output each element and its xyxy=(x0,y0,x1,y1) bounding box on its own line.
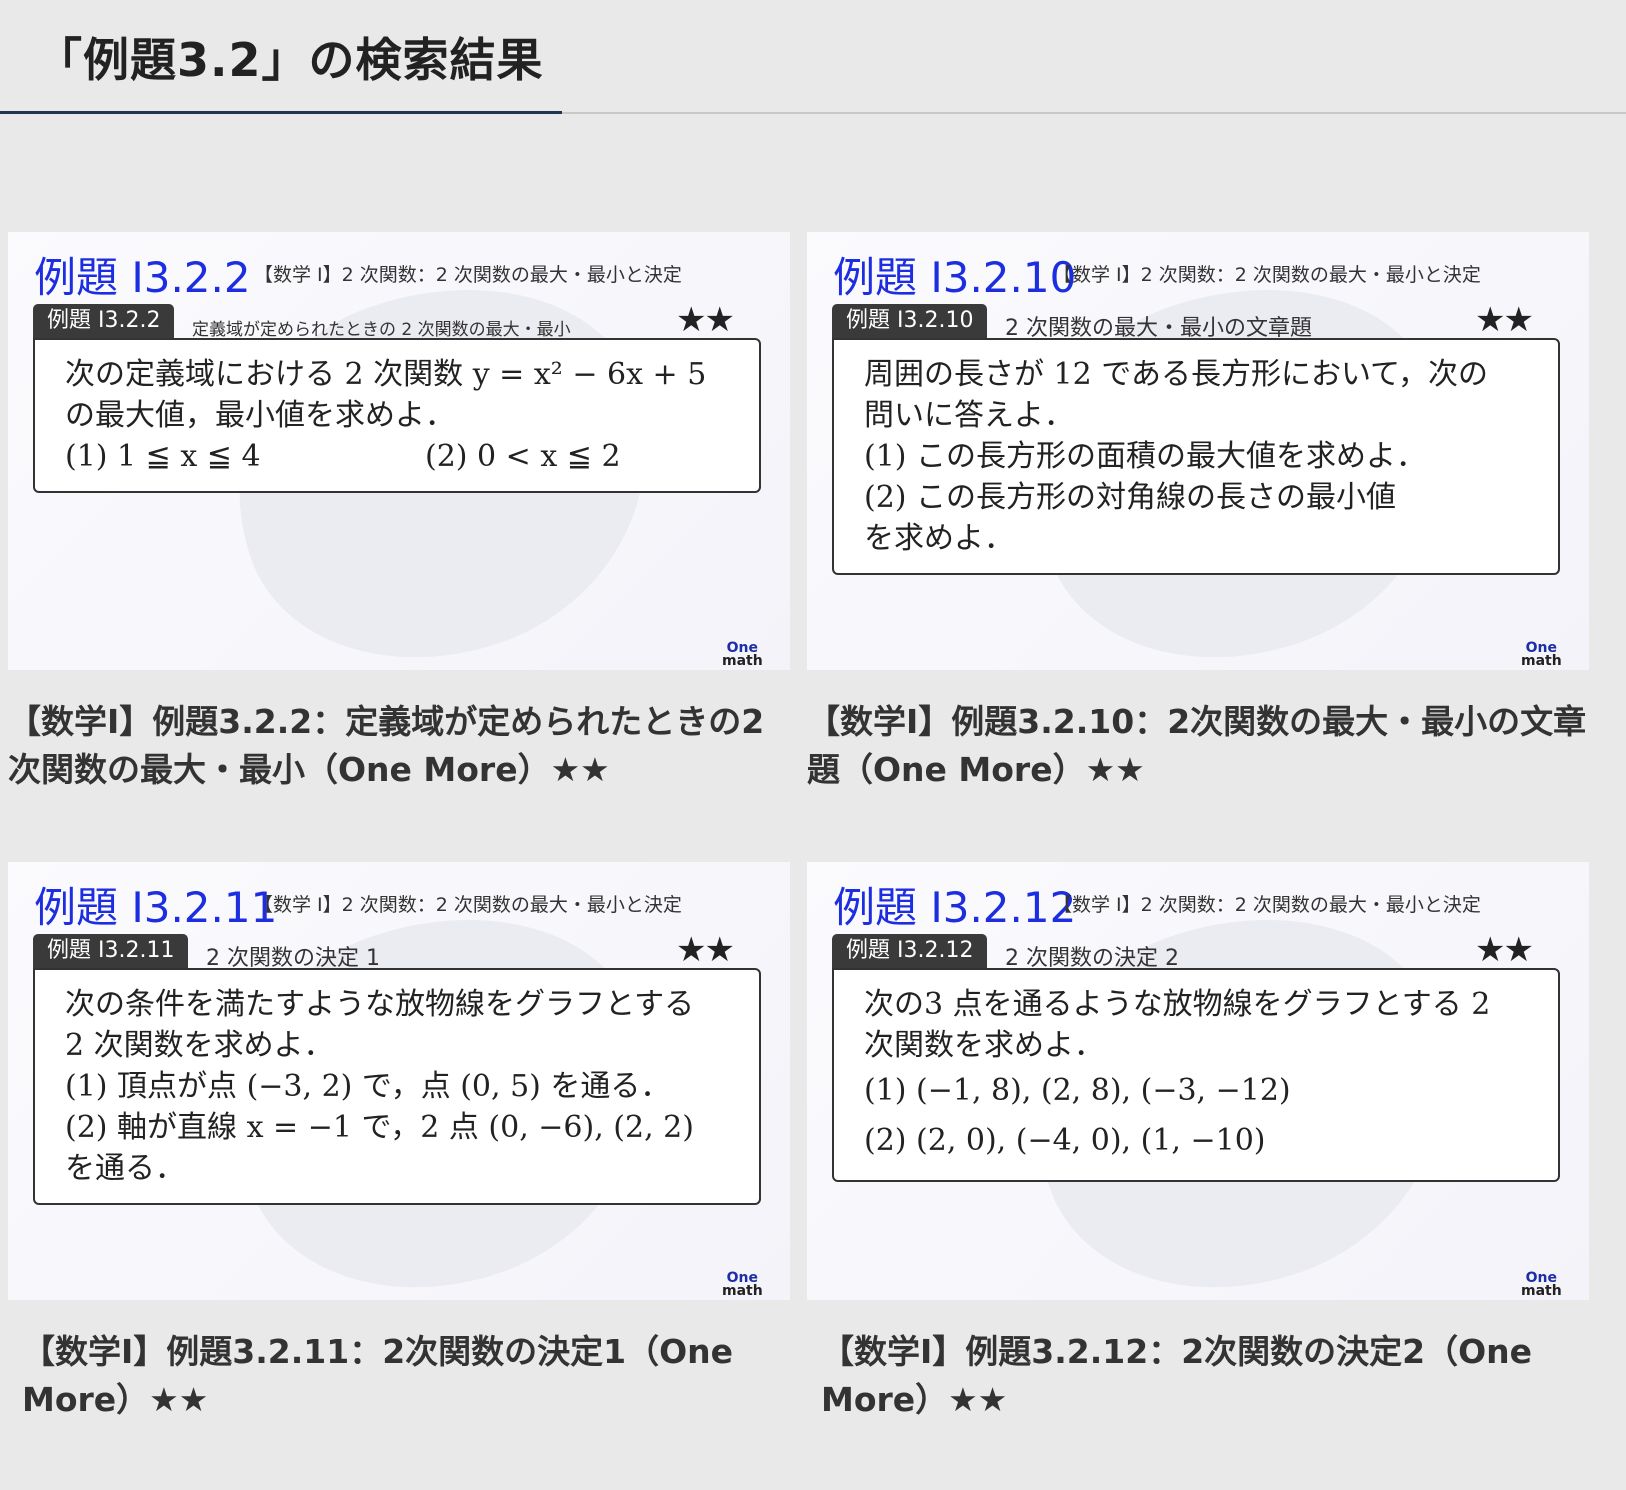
header-divider-accent xyxy=(0,111,562,114)
onemath-logo: One math xyxy=(722,1270,763,1299)
onemath-logo: One math xyxy=(722,640,763,669)
card-title-link[interactable]: 【数学Ⅰ】例題3.2.12：2次関数の決定2（One More）★★ xyxy=(807,1328,1589,1424)
problem-line: 次関数を求めよ． xyxy=(864,1028,1104,1063)
card-thumbnail[interactable]: 例題 I3.2.11 【数学 I】2 次関数：2 次関数の最大・最小と決定 例題… xyxy=(8,862,790,1300)
card-title-link[interactable]: 【数学Ⅰ】例題3.2.2：定義域が定められたときの2次関数の最大・最小（One … xyxy=(8,698,790,794)
problem-line: (1) (−1, 8), (2, 8), (−3, −12) xyxy=(864,1073,1291,1108)
problem-line: (2) (2, 0), (−4, 0), (1, −10) xyxy=(864,1123,1266,1158)
card-thumbnail[interactable]: 例題 I3.2.12 【数学 I】2 次関数：2 次関数の最大・最小と決定 例題… xyxy=(807,862,1589,1300)
problem-line: 次の3 点を通るような放物線をグラフとする 2 xyxy=(864,987,1491,1022)
card-title-link[interactable]: 【数学Ⅰ】例題3.2.11：2次関数の決定1（One More）★★ xyxy=(8,1328,790,1424)
example-subject: 【数学 I】2 次関数：2 次関数の最大・最小と決定 xyxy=(1053,264,1481,286)
difficulty-stars: ★★ xyxy=(676,300,735,340)
problem-box: 次の3 点を通るような放物線をグラフとする 2 次関数を求めよ． (1) (−1… xyxy=(832,968,1560,1182)
problem-line: 問いに答えよ． xyxy=(864,398,1074,433)
problem-box: 次の定義域における 2 次関数 y = x² − 6x + 5 の最大値，最小値… xyxy=(33,338,761,493)
onemath-logo: One math xyxy=(1521,1270,1562,1299)
example-tag: 例題 I3.2.12 xyxy=(832,934,988,968)
card-title-link[interactable]: 【数学Ⅰ】例題3.2.10：2次関数の最大・最小の文章題（One More）★★ xyxy=(807,698,1589,794)
example-subject: 【数学 I】2 次関数：2 次関数の最大・最小と決定 xyxy=(254,894,682,916)
problem-box: 周囲の長さが 12 である長方形において，次の 問いに答えよ． (1) この長方… xyxy=(832,338,1560,575)
problem-line: の最大値，最小値を求めよ． xyxy=(65,398,455,433)
onemath-logo: One math xyxy=(1521,640,1562,669)
example-title: 例題 I3.2.12 xyxy=(833,883,1077,932)
problem-line: (2) 軸が直線 x = −1 で，2 点 (0, −6), (2, 2) xyxy=(65,1110,694,1145)
problem-box: 次の条件を満たすような放物線をグラフとする 2 次関数を求めよ． (1) 頂点が… xyxy=(33,968,761,1205)
problem-line: (1) この長方形の面積の最大値を求めよ． xyxy=(864,439,1427,474)
problem-line: を通る． xyxy=(65,1151,185,1186)
problem-line: (1) 1 ≦ x ≦ 4 xyxy=(65,439,261,474)
problem-line: (1) 頂点が点 (−3, 2) で，点 (0, 5) を通る． xyxy=(65,1069,671,1104)
difficulty-stars: ★★ xyxy=(1475,300,1534,340)
example-tag: 例題 I3.2.10 xyxy=(832,304,988,338)
example-title: 例題 I3.2.11 xyxy=(34,883,278,932)
card-thumbnail[interactable]: 例題 I3.2.10 【数学 I】2 次関数：2 次関数の最大・最小と決定 例題… xyxy=(807,232,1589,670)
example-title: 例題 I3.2.2 xyxy=(34,253,251,302)
example-tag-description: 定義域が定められたときの 2 次関数の最大・最小 xyxy=(192,320,571,340)
problem-line: を求めよ． xyxy=(864,521,1014,556)
page-header: 「例題3.2」の検索結果 xyxy=(0,0,1626,114)
problem-line: 次の定義域における 2 次関数 y = x² − 6x + 5 xyxy=(65,357,707,392)
problem-line: 周囲の長さが 12 である長方形において，次の xyxy=(864,357,1488,392)
example-tag: 例題 I3.2.2 xyxy=(33,304,175,338)
difficulty-stars: ★★ xyxy=(1475,930,1534,970)
card-thumbnail[interactable]: 例題 I3.2.2 【数学 I】2 次関数：2 次関数の最大・最小と決定 例題 … xyxy=(8,232,790,670)
example-title: 例題 I3.2.10 xyxy=(833,253,1077,302)
page-title: 「例題3.2」の検索結果 xyxy=(36,33,544,87)
problem-line: (2) この長方形の対角線の長さの最小値 xyxy=(864,480,1397,515)
problem-line: 2 次関数を求めよ． xyxy=(65,1028,334,1063)
example-subject: 【数学 I】2 次関数：2 次関数の最大・最小と決定 xyxy=(1053,894,1481,916)
example-tag: 例題 I3.2.11 xyxy=(33,934,189,968)
problem-line: 次の条件を満たすような放物線をグラフとする xyxy=(65,987,695,1022)
example-subject: 【数学 I】2 次関数：2 次関数の最大・最小と決定 xyxy=(254,264,682,286)
difficulty-stars: ★★ xyxy=(676,930,735,970)
problem-line: (2) 0 < x ≦ 2 xyxy=(425,439,621,474)
